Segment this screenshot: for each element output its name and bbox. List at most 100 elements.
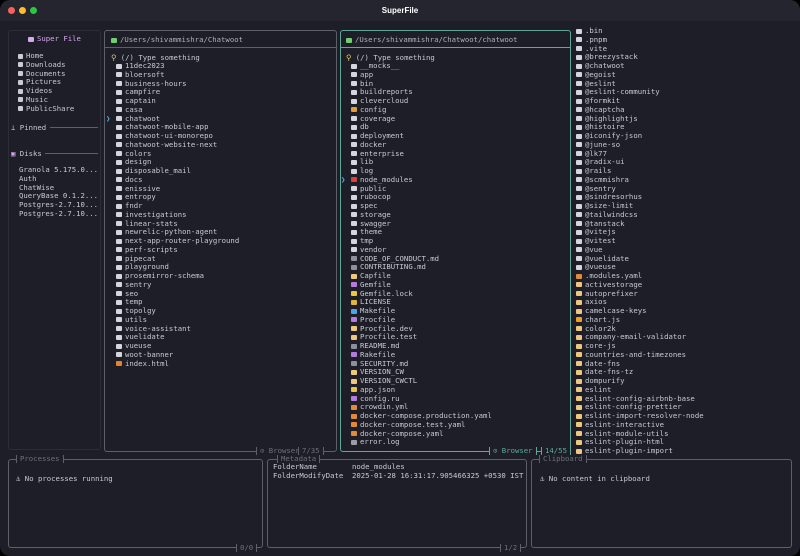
folder-icon: [576, 247, 582, 253]
file-item[interactable]: error.log: [351, 437, 566, 447]
file-name: prosemirror-schema: [125, 271, 205, 280]
path-text: /Users/shivammishra/Chatwoot: [120, 35, 244, 44]
folder-icon: [116, 98, 122, 104]
file-name: @radix-ui: [585, 157, 625, 167]
app-name: Super File: [37, 34, 81, 43]
file-item[interactable]: seo: [116, 289, 331, 299]
file-item[interactable]: @vitest: [576, 236, 796, 246]
file-item[interactable]: __mocks__: [351, 61, 566, 71]
file-name: linear-stats: [125, 218, 178, 228]
file-item[interactable]: theme: [351, 227, 566, 237]
file-item[interactable]: coverage: [351, 114, 566, 124]
close-button[interactable]: [8, 7, 15, 14]
folder-icon: [116, 159, 122, 165]
folder-icon: [116, 238, 122, 244]
file-item[interactable]: rubocop: [351, 192, 566, 202]
sidebar-item-label: PublicShare: [26, 103, 75, 113]
folder-icon: [116, 186, 122, 191]
sidebar-item-publicshare[interactable]: PublicShare: [18, 103, 75, 114]
folder-icon: [28, 36, 34, 42]
file-item[interactable]: entropy: [116, 192, 331, 202]
file-name: Gemfile.lock: [360, 288, 413, 298]
file-item[interactable]: enterprise: [351, 149, 566, 159]
title-bar: SuperFile: [0, 0, 800, 21]
file-name: bloersoft: [125, 69, 165, 79]
file-name: Procfile.dev: [360, 323, 413, 333]
file-item[interactable]: @june-so: [576, 140, 796, 150]
file-item[interactable]: topolgy: [116, 306, 331, 316]
md-icon: [351, 264, 357, 270]
file-name: date-fns-tz: [585, 367, 634, 377]
path-text: /Users/shivammishra/Chatwoot/chatwoot: [355, 35, 518, 44]
disk-item[interactable]: Postgres-2.7.10...: [19, 209, 98, 219]
file-icon: [576, 404, 582, 410]
file-item[interactable]: autoprefixer: [576, 289, 796, 299]
file-icon: [576, 291, 582, 296]
folder-icon: [116, 343, 122, 349]
file-name: CONTRIBUTING.md: [360, 262, 426, 272]
make-icon: [351, 308, 357, 314]
minimize-button[interactable]: [19, 7, 26, 14]
folder-icon: [351, 238, 357, 244]
file-name: swagger: [360, 218, 391, 228]
sidebar-item-label: Videos: [26, 86, 53, 95]
file-name: dompurify: [585, 376, 625, 385]
file-item[interactable]: .pnpm: [576, 35, 796, 45]
file-name: config.ru: [360, 393, 400, 403]
file-icon: [576, 431, 582, 436]
metadata-value-text: node_modules: [352, 462, 405, 471]
file-name: VERSION_CW: [360, 367, 404, 377]
file-item[interactable]: app: [351, 69, 566, 80]
file-item[interactable]: index.html: [116, 358, 331, 369]
folder-icon: [116, 282, 122, 288]
file-name: app: [360, 69, 374, 79]
file-name: lib: [360, 157, 374, 167]
download-icon: [18, 62, 23, 68]
file-name: @chatwoot: [585, 61, 625, 70]
sidebar-title: Super File: [28, 34, 81, 43]
file-item[interactable]: lib: [351, 157, 566, 167]
file-name: chatwoot: [125, 113, 161, 123]
file-item[interactable]: eslint-plugin-import: [576, 446, 796, 456]
file-name: @breezystack: [585, 52, 638, 62]
file-name: date-fns: [585, 358, 621, 368]
node-icon: [351, 177, 357, 183]
folder-icon: [116, 168, 122, 174]
file-item[interactable]: sentry: [116, 280, 331, 290]
file-name: fndr: [125, 201, 143, 210]
file-item[interactable]: captain: [116, 96, 331, 106]
folder-icon: [576, 28, 582, 34]
pinned-label: Pinned: [19, 123, 47, 132]
gem-icon: [351, 282, 357, 288]
file-item[interactable]: swagger: [351, 218, 566, 229]
folder-icon: [116, 247, 122, 253]
md-icon: [351, 256, 357, 261]
file-name: next-app-router-playground: [125, 236, 240, 245]
file-name: eslint-config-airbnb-base: [585, 393, 695, 403]
file-item[interactable]: disposable_mail: [116, 166, 331, 176]
pinned-section: ⊥ Pinned: [11, 123, 46, 132]
file-item[interactable]: .bin: [576, 26, 796, 36]
folder-icon: [116, 291, 122, 296]
folder-icon: [576, 142, 582, 148]
mode-indicator: ⊙ Browser: [489, 447, 537, 455]
disk-label: ChatWise: [19, 182, 55, 192]
file-name: index.html: [125, 358, 169, 368]
document-icon: [18, 71, 23, 76]
maximize-button[interactable]: [30, 7, 37, 14]
metadata-key-text: FolderName: [273, 462, 317, 471]
file-name: @formkit: [585, 96, 621, 105]
folder-icon: [576, 54, 582, 60]
folder-icon: [576, 89, 582, 95]
file-name: app.json: [360, 384, 396, 394]
file-name: log: [360, 166, 374, 175]
folder-icon: [116, 326, 122, 331]
file-name: eslint-plugin-import: [585, 446, 673, 455]
file-name: investigations: [125, 209, 187, 219]
file-icon: [576, 326, 582, 331]
folder-icon: [351, 72, 357, 78]
file-name: @eslint: [585, 78, 616, 88]
file-name: pipecat: [125, 253, 156, 263]
file-name: .modules.yaml: [585, 271, 643, 280]
folder-icon: [116, 334, 122, 340]
